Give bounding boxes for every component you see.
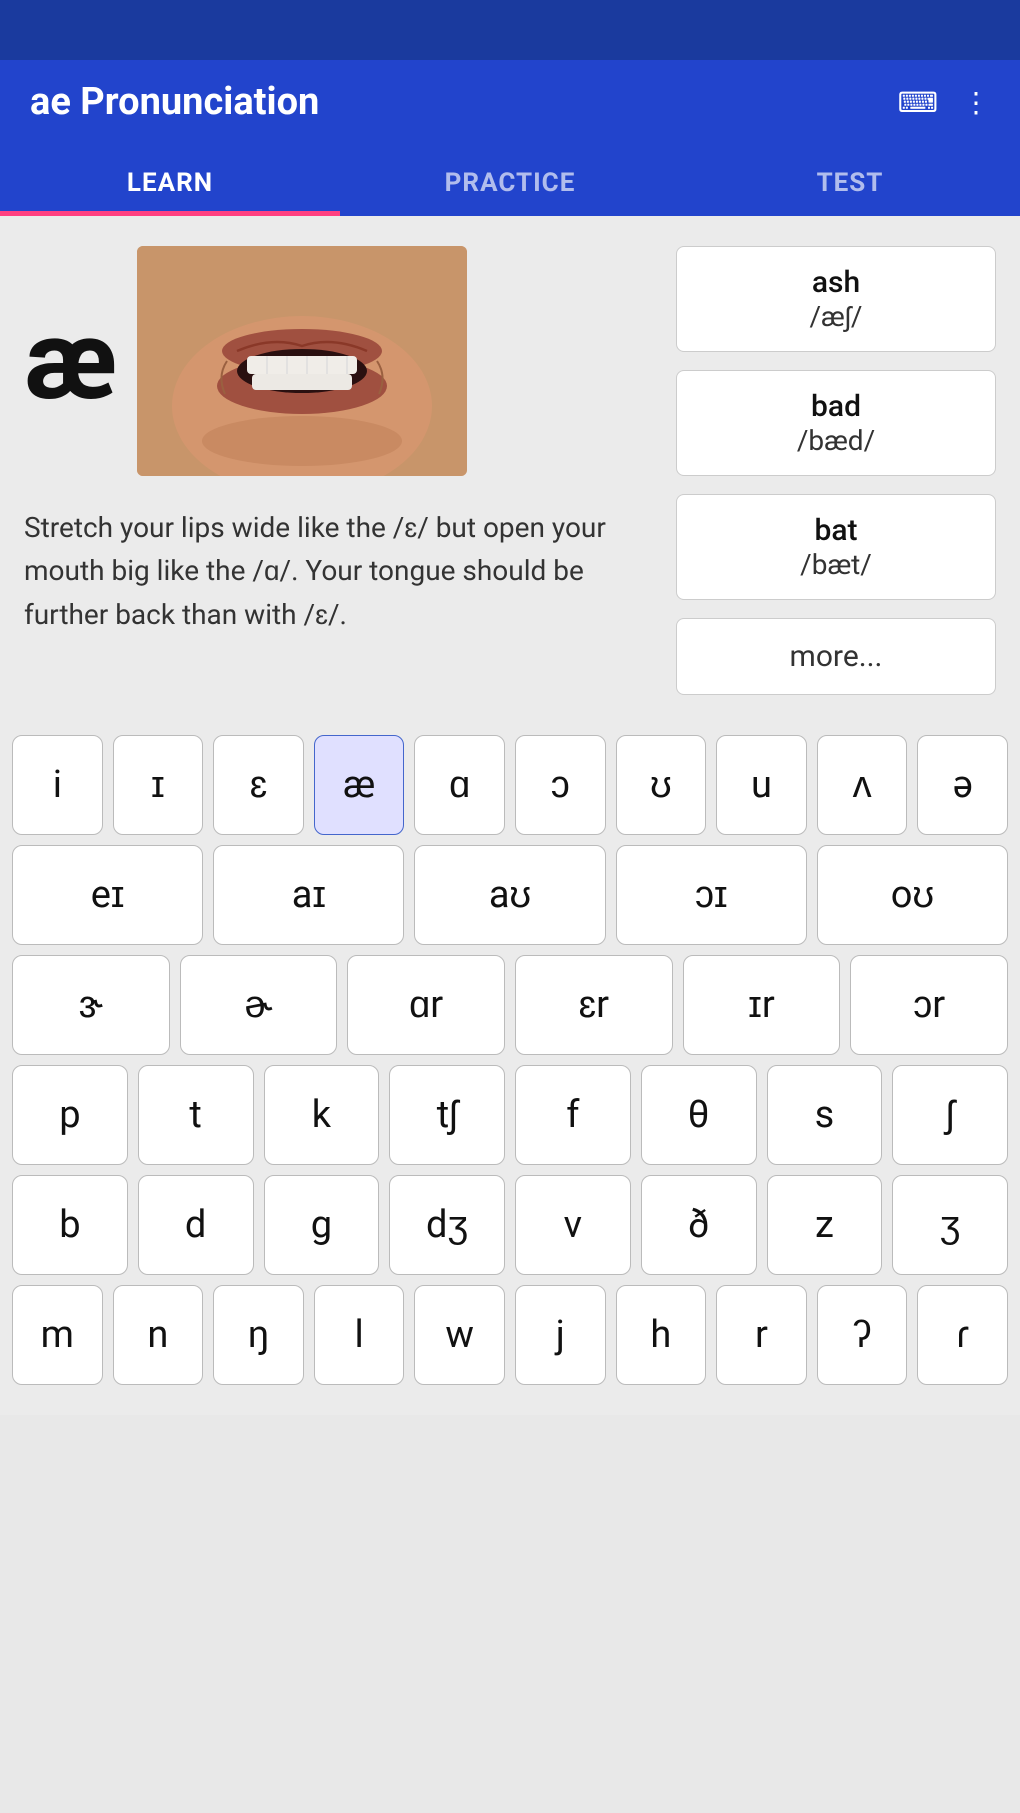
key-d[interactable]: d bbox=[138, 1175, 254, 1275]
phoneme-symbol: æ bbox=[24, 306, 117, 416]
key-ae[interactable]: æ bbox=[314, 735, 405, 835]
key-ar[interactable]: ɑr bbox=[347, 955, 505, 1055]
tab-bar: LEARN PRACTICE TEST bbox=[0, 144, 1020, 216]
key-v[interactable]: v bbox=[515, 1175, 631, 1275]
phoneme-row: æ bbox=[24, 246, 656, 476]
key-eng[interactable]: ŋ bbox=[213, 1285, 304, 1385]
key-schwa[interactable]: ə bbox=[917, 735, 1008, 835]
word-bat: bat bbox=[701, 513, 971, 548]
word-ash: ash bbox=[701, 265, 971, 300]
key-sh[interactable]: ʃ bbox=[892, 1065, 1008, 1165]
key-f[interactable]: f bbox=[515, 1065, 631, 1165]
more-button[interactable]: more... bbox=[676, 618, 996, 695]
key-or[interactable]: ɔr bbox=[850, 955, 1008, 1055]
key-unstressed-r[interactable]: ɚ bbox=[180, 955, 338, 1055]
key-alpha[interactable]: ɑ bbox=[414, 735, 505, 835]
key-n[interactable]: n bbox=[113, 1285, 204, 1385]
tab-practice[interactable]: PRACTICE bbox=[340, 144, 680, 216]
keyboard-row-5: b d g dʒ v ð z ʒ bbox=[12, 1175, 1008, 1275]
key-j[interactable]: j bbox=[515, 1285, 606, 1385]
app-bar: ae Pronunciation ⌨ ⋮ bbox=[0, 60, 1020, 144]
key-flap[interactable]: ɾ bbox=[917, 1285, 1008, 1385]
key-tsh[interactable]: tʃ bbox=[389, 1065, 505, 1165]
key-open-o[interactable]: ɔ bbox=[515, 735, 606, 835]
app-title: ae Pronunciation bbox=[30, 80, 319, 124]
word-card-bad[interactable]: bad /bæd/ bbox=[676, 370, 996, 476]
key-wedge[interactable]: ʌ bbox=[817, 735, 908, 835]
key-eth[interactable]: ð bbox=[641, 1175, 757, 1275]
key-ei[interactable]: eɪ bbox=[12, 845, 203, 945]
ipa-bat: /bæt/ bbox=[701, 548, 971, 581]
key-l[interactable]: l bbox=[314, 1285, 405, 1385]
key-small-capital-i[interactable]: ɪ bbox=[113, 735, 204, 835]
key-s[interactable]: s bbox=[767, 1065, 883, 1165]
tab-learn[interactable]: LEARN bbox=[0, 144, 340, 216]
key-upsilon[interactable]: ʊ bbox=[616, 735, 707, 835]
key-ou[interactable]: oʊ bbox=[817, 845, 1008, 945]
key-g[interactable]: g bbox=[264, 1175, 380, 1275]
key-h[interactable]: h bbox=[616, 1285, 707, 1385]
main-content: æ bbox=[0, 216, 1020, 725]
mouth-image bbox=[137, 246, 467, 476]
word-card-ash[interactable]: ash /æʃ/ bbox=[676, 246, 996, 352]
key-glottal-stop[interactable]: ʔ bbox=[817, 1285, 908, 1385]
key-zh[interactable]: ʒ bbox=[892, 1175, 1008, 1275]
key-t[interactable]: t bbox=[138, 1065, 254, 1165]
keyboard-icon[interactable]: ⌨ bbox=[898, 86, 938, 119]
ipa-bad: /bæd/ bbox=[701, 424, 971, 457]
keyboard-section: i ɪ ɛ æ ɑ ɔ ʊ u ʌ ə eɪ aɪ aʊ ɔɪ oʊ ɝ ɚ ɑ… bbox=[0, 725, 1020, 1415]
menu-icon[interactable]: ⋮ bbox=[962, 86, 990, 119]
key-k[interactable]: k bbox=[264, 1065, 380, 1165]
key-au[interactable]: aʊ bbox=[414, 845, 605, 945]
keyboard-row-1: i ɪ ɛ æ ɑ ɔ ʊ u ʌ ə bbox=[12, 735, 1008, 835]
key-theta[interactable]: θ bbox=[641, 1065, 757, 1165]
keyboard-row-4: p t k tʃ f θ s ʃ bbox=[12, 1065, 1008, 1165]
keyboard-row-3: ɝ ɚ ɑr ɛr ɪr ɔr bbox=[12, 955, 1008, 1055]
key-p[interactable]: p bbox=[12, 1065, 128, 1165]
ipa-ash: /æʃ/ bbox=[701, 300, 971, 333]
key-u[interactable]: u bbox=[716, 735, 807, 835]
right-panel: ash /æʃ/ bad /bæd/ bat /bæt/ more... bbox=[676, 246, 996, 695]
key-m[interactable]: m bbox=[12, 1285, 103, 1385]
key-ai[interactable]: aɪ bbox=[213, 845, 404, 945]
key-er[interactable]: ɛr bbox=[515, 955, 673, 1055]
key-w[interactable]: w bbox=[414, 1285, 505, 1385]
key-b[interactable]: b bbox=[12, 1175, 128, 1275]
word-bad: bad bbox=[701, 389, 971, 424]
key-dzh[interactable]: dʒ bbox=[389, 1175, 505, 1275]
key-ir[interactable]: ɪr bbox=[683, 955, 841, 1055]
word-card-bat[interactable]: bat /bæt/ bbox=[676, 494, 996, 600]
key-epsilon[interactable]: ɛ bbox=[213, 735, 304, 835]
key-oi[interactable]: ɔɪ bbox=[616, 845, 807, 945]
key-r[interactable]: r bbox=[716, 1285, 807, 1385]
keyboard-row-6: m n ŋ l w j h r ʔ ɾ bbox=[12, 1285, 1008, 1385]
key-z[interactable]: z bbox=[767, 1175, 883, 1275]
keyboard-row-2: eɪ aɪ aʊ ɔɪ oʊ bbox=[12, 845, 1008, 945]
app-bar-actions: ⌨ ⋮ bbox=[898, 86, 990, 119]
tab-test[interactable]: TEST bbox=[680, 144, 1020, 216]
left-panel: æ bbox=[24, 246, 656, 695]
key-stressed-r[interactable]: ɝ bbox=[12, 955, 170, 1055]
key-i[interactable]: i bbox=[12, 735, 103, 835]
phoneme-description: Stretch your lips wide like the /ɛ/ but … bbox=[24, 506, 656, 636]
status-bar bbox=[0, 0, 1020, 60]
